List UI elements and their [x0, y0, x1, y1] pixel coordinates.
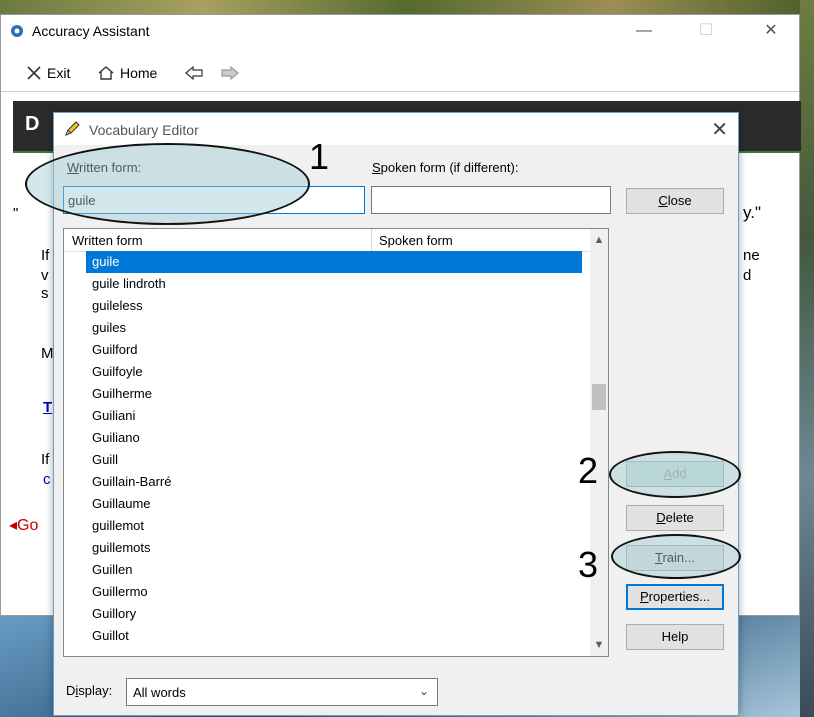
close-window-button[interactable]: ✕ — [756, 21, 786, 41]
home-button[interactable]: Home — [97, 65, 157, 81]
list-item[interactable]: Guillen — [64, 559, 592, 581]
display-select[interactable]: All words ⌄ — [126, 678, 438, 706]
bg-quote-right: y." — [743, 203, 761, 222]
bg-quote-left: " — [13, 205, 19, 222]
properties-button[interactable]: Properties... — [626, 584, 724, 610]
annotation-number-2: 2 — [578, 450, 599, 491]
display-select-value: All words — [133, 685, 186, 700]
col-written-form[interactable]: Written form — [72, 233, 143, 248]
annotation-ellipse-1 — [25, 143, 310, 225]
exit-button[interactable]: Exit — [26, 65, 70, 81]
back-button[interactable] — [184, 65, 204, 81]
desktop-edge — [800, 0, 814, 717]
exit-label: Exit — [47, 65, 71, 81]
list-item[interactable]: guileless — [64, 295, 592, 317]
pencil-icon — [65, 121, 80, 136]
list-scrollbar[interactable]: ▲ ▼ — [590, 229, 608, 656]
column-divider[interactable] — [371, 229, 372, 251]
annotation-number-1: 1 — [309, 136, 330, 177]
bg-line1-left: If — [41, 247, 50, 264]
delete-button[interactable]: Delete — [626, 505, 724, 531]
annotation-ellipse-3 — [611, 534, 741, 579]
bg-line2-left: v — [41, 267, 49, 284]
dialog-titlebar: Vocabulary Editor ✕ — [54, 113, 738, 145]
toolbar: Exit Home — [1, 51, 799, 92]
col-spoken-form[interactable]: Spoken form — [379, 233, 453, 248]
desktop-strip — [0, 0, 814, 14]
list-rows: guile guile lindroth guileless guiles Guilfo… — [64, 251, 592, 647]
spoken-form-input[interactable] — [371, 186, 611, 214]
back-arrow-icon — [185, 65, 203, 81]
bg-go-link[interactable]: ◂Go — [9, 515, 38, 535]
list-item[interactable]: Guill — [64, 449, 592, 471]
window-title: Accuracy Assistant — [32, 23, 150, 39]
window-titlebar: Accuracy Assistant — ☐ ✕ — [1, 15, 799, 47]
minimize-button[interactable]: — — [629, 21, 659, 41]
scroll-down-icon[interactable]: ▼ — [590, 636, 608, 654]
spoken-form-label: Spoken form (if different): — [372, 160, 519, 175]
home-icon — [98, 66, 114, 80]
list-item[interactable]: Guiliani — [64, 405, 592, 427]
bg-line1-right: ne — [743, 247, 760, 264]
annotation-number-3: 3 — [578, 544, 599, 585]
page-heading-fragment: D — [25, 113, 40, 135]
list-item[interactable]: guile — [86, 251, 582, 273]
list-item[interactable]: Guillory — [64, 603, 592, 625]
list-item[interactable]: guillemot — [64, 515, 592, 537]
forward-arrow-icon — [221, 65, 239, 81]
bg-line5-left: If — [41, 451, 50, 468]
dialog-title: Vocabulary Editor — [89, 122, 199, 138]
annotation-ellipse-2 — [609, 451, 741, 498]
forward-button[interactable] — [220, 65, 240, 81]
list-item[interactable]: Guilherme — [64, 383, 592, 405]
list-item[interactable]: guiles — [64, 317, 592, 339]
maximize-button[interactable]: ☐ — [691, 21, 721, 41]
bg-line3-left: s — [41, 285, 49, 302]
list-item[interactable]: Guillermo — [64, 581, 592, 603]
list-item[interactable]: Guilford — [64, 339, 592, 361]
list-item[interactable]: Guiliano — [64, 427, 592, 449]
dialog-close-icon[interactable]: ✕ — [711, 117, 728, 142]
scroll-thumb[interactable] — [592, 384, 606, 410]
help-button[interactable]: Help — [626, 624, 724, 650]
list-item[interactable]: Guillain-Barré — [64, 471, 592, 493]
bg-line4-left: M — [41, 345, 54, 362]
display-label: Display: — [66, 683, 113, 698]
app-icon — [11, 25, 23, 37]
vocabulary-list[interactable]: Written form Spoken form guile guile lind… — [63, 228, 609, 657]
exit-icon — [27, 66, 41, 80]
bg-link-fragment[interactable]: T — [43, 399, 52, 416]
list-item[interactable]: guile lindroth — [64, 273, 592, 295]
scroll-up-icon[interactable]: ▲ — [590, 231, 608, 249]
close-button[interactable]: Close — [626, 188, 724, 214]
list-header: Written form Spoken form — [64, 229, 592, 252]
list-item[interactable]: guillemots — [64, 537, 592, 559]
list-item[interactable]: Guillaume — [64, 493, 592, 515]
list-item[interactable]: Guillot — [64, 625, 592, 647]
list-item[interactable]: Guilfoyle — [64, 361, 592, 383]
home-label: Home — [120, 65, 158, 81]
bg-line6-left: c — [43, 471, 51, 488]
bg-line2-right: d — [743, 267, 752, 284]
chevron-down-icon: ⌄ — [418, 684, 429, 698]
